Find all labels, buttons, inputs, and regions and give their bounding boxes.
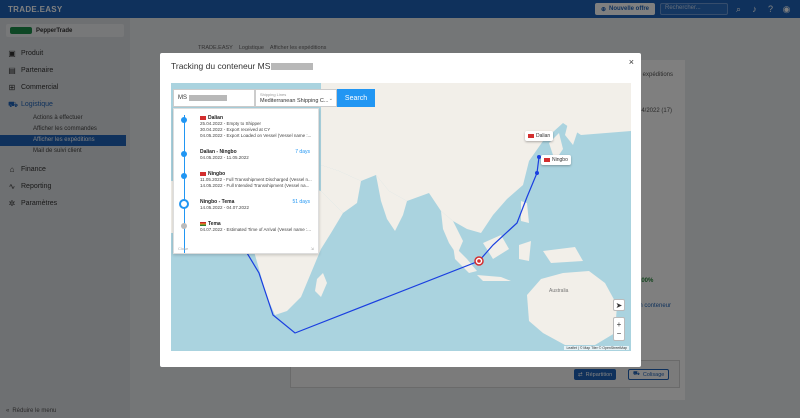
timeline-line	[184, 115, 185, 253]
locate-icon[interactable]: ➤	[613, 299, 625, 311]
timeline-dot	[181, 151, 187, 157]
timeline-dot	[181, 223, 187, 229]
shipping-line-select[interactable]: Shipping Lines Mediterranean Shipping C.…	[255, 89, 337, 107]
redacted-container-number	[189, 95, 227, 101]
timeline-event: 04.07.2022 - Estimated Time of Arrival (…	[200, 227, 312, 232]
modal-title: Tracking du conteneur MS	[171, 61, 314, 71]
tracking-search-bar: MS Shipping Lines Mediterranean Shipping…	[173, 89, 375, 107]
port-label-ningbo[interactable]: Ningbo	[541, 155, 571, 165]
timeline-event: 14.05.2022 - Full Intended Transshipment…	[200, 183, 310, 188]
china-flag-icon	[544, 158, 550, 162]
zoom-out-button[interactable]: −	[617, 329, 622, 338]
zoom-in-button[interactable]: +	[617, 320, 622, 329]
timeline-event: 04.05.2022 - Export Loaded on Vessel (Ve…	[200, 133, 312, 138]
ship-icon	[179, 199, 189, 209]
timeline-event: 14.05.2022 - 04.07.2022	[200, 205, 250, 210]
port-name: Ningbo	[552, 157, 568, 163]
port-label-dalian[interactable]: Dalian	[525, 131, 554, 141]
zoom-control: + −	[613, 317, 625, 341]
map-label-australia: Australia	[549, 288, 569, 294]
container-number-value: MS	[178, 95, 187, 101]
china-flag-icon	[200, 116, 206, 120]
timeline-dot	[181, 173, 187, 179]
leg-duration: 7 days	[295, 149, 310, 155]
container-number-input[interactable]: MS	[173, 89, 255, 107]
tracking-modal: Tracking du conteneur MS × MS Shipping L…	[160, 53, 641, 367]
close-icon[interactable]: ×	[629, 57, 634, 67]
timeline-dot	[181, 117, 187, 123]
resize-handle-icon[interactable]: ⇲	[311, 246, 314, 251]
search-button[interactable]: Search	[337, 89, 375, 107]
timeline-close-link[interactable]: Close	[178, 246, 188, 251]
tracking-timeline[interactable]: Dalian 25.04.2022 - Empty to Shipper 30.…	[173, 108, 319, 254]
modal-title-text: Tracking du conteneur MS	[171, 61, 271, 71]
ghana-flag-icon	[200, 222, 206, 226]
leg-duration: 51 days	[292, 199, 310, 205]
shipping-line-value: Mediterranean Shipping C...	[260, 98, 329, 104]
chevron-down-icon: ⌄	[328, 96, 333, 102]
map-attribution[interactable]: Leaflet | © Map Tiler © OpenStreetMap	[564, 346, 629, 350]
china-flag-icon	[200, 172, 206, 176]
china-flag-icon	[528, 134, 534, 138]
tracking-map[interactable]: MS Shipping Lines Mediterranean Shipping…	[171, 83, 631, 351]
shipping-line-label: Shipping Lines	[260, 92, 287, 97]
redacted-container-number	[271, 62, 314, 70]
timeline-event: 04.05.2022 - 11.05.2022	[200, 155, 249, 160]
port-name: Dalian	[536, 133, 551, 139]
